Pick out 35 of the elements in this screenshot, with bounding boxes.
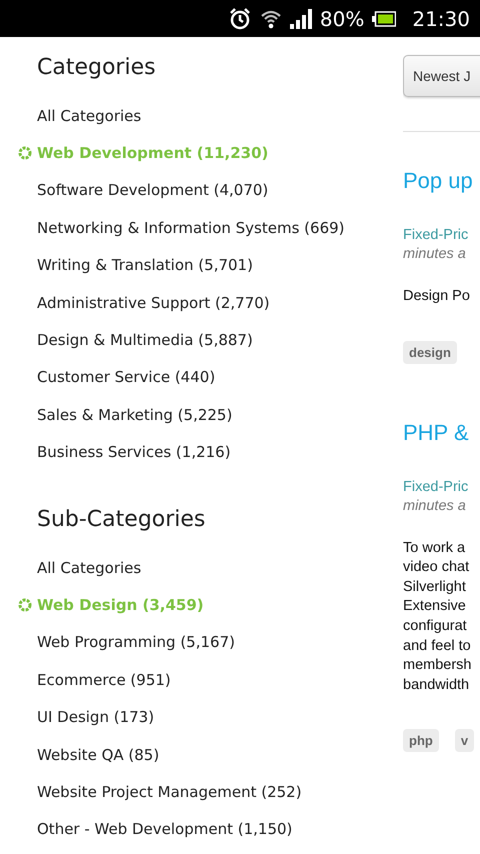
skill-tag[interactable]: v [454,729,474,752]
category-link[interactable]: Design & Multimedia (5,887) [37,331,253,350]
battery-icon [372,10,396,26]
posted-time: minutes a [403,245,467,264]
category-link[interactable]: Other - Web Development (1,150) [37,820,292,838]
job-type: Fixed-Pric [403,478,470,497]
job-description: Design Po [403,287,471,306]
category-link[interactable]: Ecommerce (951) [37,670,171,689]
category-link[interactable]: All Categories [37,106,142,125]
ring-icon [18,146,32,160]
section-heading: Sub-Categories [37,506,206,534]
battery-percentage: 80% [320,6,364,30]
category-link[interactable]: Administrative Support (2,770) [37,294,270,312]
sort-dropdown[interactable]: Newest J [403,55,480,97]
category-link[interactable]: Writing & Translation (5,701) [37,256,253,274]
section-heading: Categories [37,54,157,82]
job-description: To work a video chat Silverlight Extensive configurat and feel to membersh bandwidth [403,538,472,695]
skill-tag[interactable]: design [403,340,457,364]
category-link[interactable]: All Categories [37,558,142,577]
clock-time: 21:30 [412,6,470,30]
category-link[interactable]: Business Services (1,216) [37,443,231,462]
category-link[interactable]: Software Development (4,070) [37,181,268,200]
ring-icon [18,598,32,612]
category-link[interactable]: Customer Service (440) [37,368,216,386]
category-link[interactable]: Sales & Marketing (5,225) [37,406,232,424]
posted-time: minutes a [403,496,467,516]
category-link[interactable]: Networking & Information Systems (669) [37,218,345,237]
alarm-clock-icon [228,6,252,30]
category-link[interactable]: Website QA (85) [37,746,160,764]
job-type: Fixed-Pric [403,226,470,245]
category-link[interactable]: Web Programming (5,167) [37,633,235,652]
skill-tag[interactable]: php [403,729,439,752]
signal-icon [290,8,312,28]
category-link[interactable]: Website Project Management (252) [37,782,302,801]
category-link[interactable]: UI Design (173) [37,708,154,726]
